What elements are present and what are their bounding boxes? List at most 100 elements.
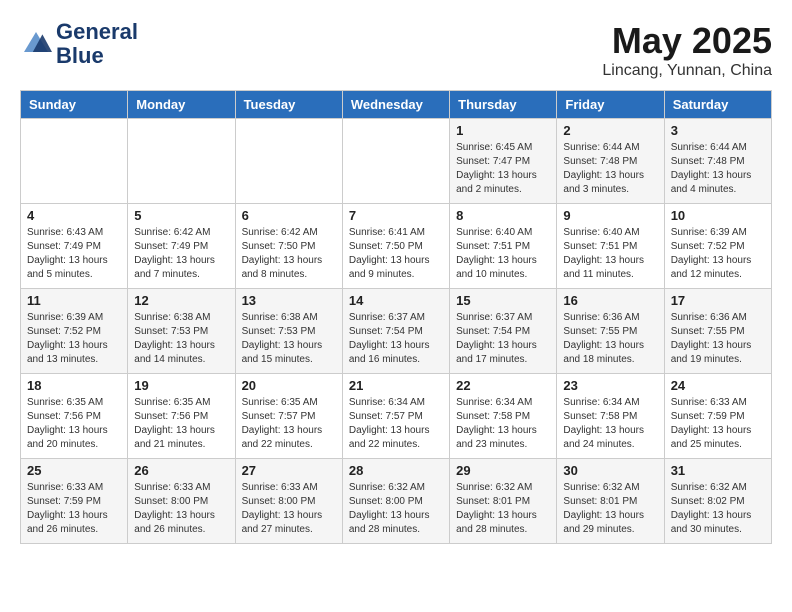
- week-row-5: 25Sunrise: 6:33 AM Sunset: 7:59 PM Dayli…: [21, 459, 772, 544]
- weekday-header-friday: Friday: [557, 91, 664, 119]
- day-number: 22: [456, 378, 550, 393]
- day-number: 20: [242, 378, 336, 393]
- calendar-cell: 3Sunrise: 6:44 AM Sunset: 7:48 PM Daylig…: [664, 119, 771, 204]
- day-number: 6: [242, 208, 336, 223]
- day-number: 26: [134, 463, 228, 478]
- day-info: Sunrise: 6:35 AM Sunset: 7:56 PM Dayligh…: [27, 396, 121, 452]
- calendar-cell: 16Sunrise: 6:36 AM Sunset: 7:55 PM Dayli…: [557, 289, 664, 374]
- calendar-cell: 28 Sunrise: 6:32 AM Sunset: 8:00 PM Dayli…: [342, 459, 449, 544]
- day-info: Sunrise: 6:38 AM Sunset: 7:53 PM Dayligh…: [134, 311, 228, 367]
- logo: General Blue: [20, 20, 138, 68]
- day-info: Sunrise: 6:34 AM Sunset: 7:58 PM Dayligh…: [456, 396, 550, 452]
- logo-line2: Blue: [56, 44, 138, 68]
- month-title: May 2025: [602, 20, 772, 62]
- day-number: 11: [27, 293, 121, 308]
- weekday-header-sunday: Sunday: [21, 91, 128, 119]
- day-info: Sunrise: 6:39 AM Sunset: 7:52 PM Dayligh…: [27, 311, 121, 367]
- logo-text: General Blue: [56, 20, 138, 68]
- day-number: 29: [456, 463, 550, 478]
- calendar-cell: 29 Sunrise: 6:32 AM Sunset: 8:01 PM Dayli…: [450, 459, 557, 544]
- calendar-cell: 17 Sunrise: 6:36 AM Sunset: 7:55 PM Dayli…: [664, 289, 771, 374]
- day-number: 9: [563, 208, 657, 223]
- day-info: Sunrise: 6:39 AM Sunset: 7:52 PM Dayligh…: [671, 226, 765, 282]
- day-info: Sunrise: 6:32 AM Sunset: 8:01 PM Dayligh…: [563, 481, 657, 537]
- day-info: Sunrise: 6:42 AM Sunset: 7:49 PM Dayligh…: [134, 226, 228, 282]
- day-number: 28: [349, 463, 443, 478]
- calendar-cell: [235, 119, 342, 204]
- weekday-header-row: SundayMondayTuesdayWednesdayThursdayFrid…: [21, 91, 772, 119]
- calendar-cell: 2Sunrise: 6:44 AM Sunset: 7:48 PM Daylig…: [557, 119, 664, 204]
- calendar-cell: 24Sunrise: 6:33 AM Sunset: 7:59 PM Dayli…: [664, 374, 771, 459]
- day-info: Sunrise: 6:43 AM Sunset: 7:49 PM Dayligh…: [27, 226, 121, 282]
- week-row-2: 4Sunrise: 6:43 AM Sunset: 7:49 PM Daylig…: [21, 204, 772, 289]
- day-info: Sunrise: 6:35 AM Sunset: 7:57 PM Dayligh…: [242, 396, 336, 452]
- calendar-cell: [342, 119, 449, 204]
- day-number: 21: [349, 378, 443, 393]
- day-info: Sunrise: 6:40 AM Sunset: 7:51 PM Dayligh…: [563, 226, 657, 282]
- calendar-cell: 11 Sunrise: 6:39 AM Sunset: 7:52 PM Dayli…: [21, 289, 128, 374]
- day-number: 15: [456, 293, 550, 308]
- calendar-cell: 13Sunrise: 6:38 AM Sunset: 7:53 PM Dayli…: [235, 289, 342, 374]
- calendar-cell: 22 Sunrise: 6:34 AM Sunset: 7:58 PM Dayli…: [450, 374, 557, 459]
- calendar-cell: 7 Sunrise: 6:41 AM Sunset: 7:50 PM Daylig…: [342, 204, 449, 289]
- calendar-cell: [21, 119, 128, 204]
- day-info: Sunrise: 6:45 AM Sunset: 7:47 PM Dayligh…: [456, 141, 550, 197]
- calendar-cell: 25Sunrise: 6:33 AM Sunset: 7:59 PM Dayli…: [21, 459, 128, 544]
- day-info: Sunrise: 6:40 AM Sunset: 7:51 PM Dayligh…: [456, 226, 550, 282]
- week-row-4: 18 Sunrise: 6:35 AM Sunset: 7:56 PM Dayli…: [21, 374, 772, 459]
- day-info: Sunrise: 6:33 AM Sunset: 7:59 PM Dayligh…: [27, 481, 121, 537]
- day-number: 8: [456, 208, 550, 223]
- calendar-table: SundayMondayTuesdayWednesdayThursdayFrid…: [20, 90, 772, 544]
- day-info: Sunrise: 6:33 AM Sunset: 8:00 PM Dayligh…: [242, 481, 336, 537]
- day-info: Sunrise: 6:42 AM Sunset: 7:50 PM Dayligh…: [242, 226, 336, 282]
- logo-line1: General: [56, 20, 138, 44]
- day-info: Sunrise: 6:32 AM Sunset: 8:02 PM Dayligh…: [671, 481, 765, 537]
- day-number: 31: [671, 463, 765, 478]
- day-number: 30: [563, 463, 657, 478]
- calendar-cell: 23Sunrise: 6:34 AM Sunset: 7:58 PM Dayli…: [557, 374, 664, 459]
- logo-icon: [20, 28, 52, 60]
- calendar-cell: 31 Sunrise: 6:32 AM Sunset: 8:02 PM Dayli…: [664, 459, 771, 544]
- calendar-cell: 1 Sunrise: 6:45 AM Sunset: 7:47 PM Daylig…: [450, 119, 557, 204]
- calendar-cell: 30 Sunrise: 6:32 AM Sunset: 8:01 PM Dayli…: [557, 459, 664, 544]
- day-number: 24: [671, 378, 765, 393]
- calendar-cell: 6 Sunrise: 6:42 AM Sunset: 7:50 PM Daylig…: [235, 204, 342, 289]
- calendar-cell: 8 Sunrise: 6:40 AM Sunset: 7:51 PM Daylig…: [450, 204, 557, 289]
- day-info: Sunrise: 6:38 AM Sunset: 7:53 PM Dayligh…: [242, 311, 336, 367]
- page-header: General Blue May 2025 Lincang, Yunnan, C…: [20, 20, 772, 80]
- day-number: 17: [671, 293, 765, 308]
- day-info: Sunrise: 6:44 AM Sunset: 7:48 PM Dayligh…: [671, 141, 765, 197]
- week-row-3: 11 Sunrise: 6:39 AM Sunset: 7:52 PM Dayli…: [21, 289, 772, 374]
- day-number: 5: [134, 208, 228, 223]
- day-info: Sunrise: 6:34 AM Sunset: 7:57 PM Dayligh…: [349, 396, 443, 452]
- weekday-header-monday: Monday: [128, 91, 235, 119]
- title-block: May 2025 Lincang, Yunnan, China: [602, 20, 772, 80]
- weekday-header-saturday: Saturday: [664, 91, 771, 119]
- calendar-cell: 20 Sunrise: 6:35 AM Sunset: 7:57 PM Dayli…: [235, 374, 342, 459]
- calendar-cell: 10 Sunrise: 6:39 AM Sunset: 7:52 PM Dayli…: [664, 204, 771, 289]
- day-info: Sunrise: 6:36 AM Sunset: 7:55 PM Dayligh…: [671, 311, 765, 367]
- weekday-header-wednesday: Wednesday: [342, 91, 449, 119]
- calendar-cell: 9 Sunrise: 6:40 AM Sunset: 7:51 PM Daylig…: [557, 204, 664, 289]
- calendar-cell: 4Sunrise: 6:43 AM Sunset: 7:49 PM Daylig…: [21, 204, 128, 289]
- day-info: Sunrise: 6:41 AM Sunset: 7:50 PM Dayligh…: [349, 226, 443, 282]
- calendar-cell: 18 Sunrise: 6:35 AM Sunset: 7:56 PM Dayli…: [21, 374, 128, 459]
- day-info: Sunrise: 6:33 AM Sunset: 8:00 PM Dayligh…: [134, 481, 228, 537]
- calendar-cell: 12Sunrise: 6:38 AM Sunset: 7:53 PM Dayli…: [128, 289, 235, 374]
- day-number: 7: [349, 208, 443, 223]
- week-row-1: 1 Sunrise: 6:45 AM Sunset: 7:47 PM Daylig…: [21, 119, 772, 204]
- calendar-cell: [128, 119, 235, 204]
- day-number: 18: [27, 378, 121, 393]
- location: Lincang, Yunnan, China: [602, 62, 772, 80]
- calendar-cell: 15Sunrise: 6:37 AM Sunset: 7:54 PM Dayli…: [450, 289, 557, 374]
- day-info: Sunrise: 6:34 AM Sunset: 7:58 PM Dayligh…: [563, 396, 657, 452]
- day-info: Sunrise: 6:32 AM Sunset: 8:01 PM Dayligh…: [456, 481, 550, 537]
- day-number: 27: [242, 463, 336, 478]
- calendar-cell: 19Sunrise: 6:35 AM Sunset: 7:56 PM Dayli…: [128, 374, 235, 459]
- day-number: 2: [563, 123, 657, 138]
- day-number: 1: [456, 123, 550, 138]
- day-info: Sunrise: 6:32 AM Sunset: 8:00 PM Dayligh…: [349, 481, 443, 537]
- day-info: Sunrise: 6:37 AM Sunset: 7:54 PM Dayligh…: [349, 311, 443, 367]
- weekday-header-tuesday: Tuesday: [235, 91, 342, 119]
- day-number: 10: [671, 208, 765, 223]
